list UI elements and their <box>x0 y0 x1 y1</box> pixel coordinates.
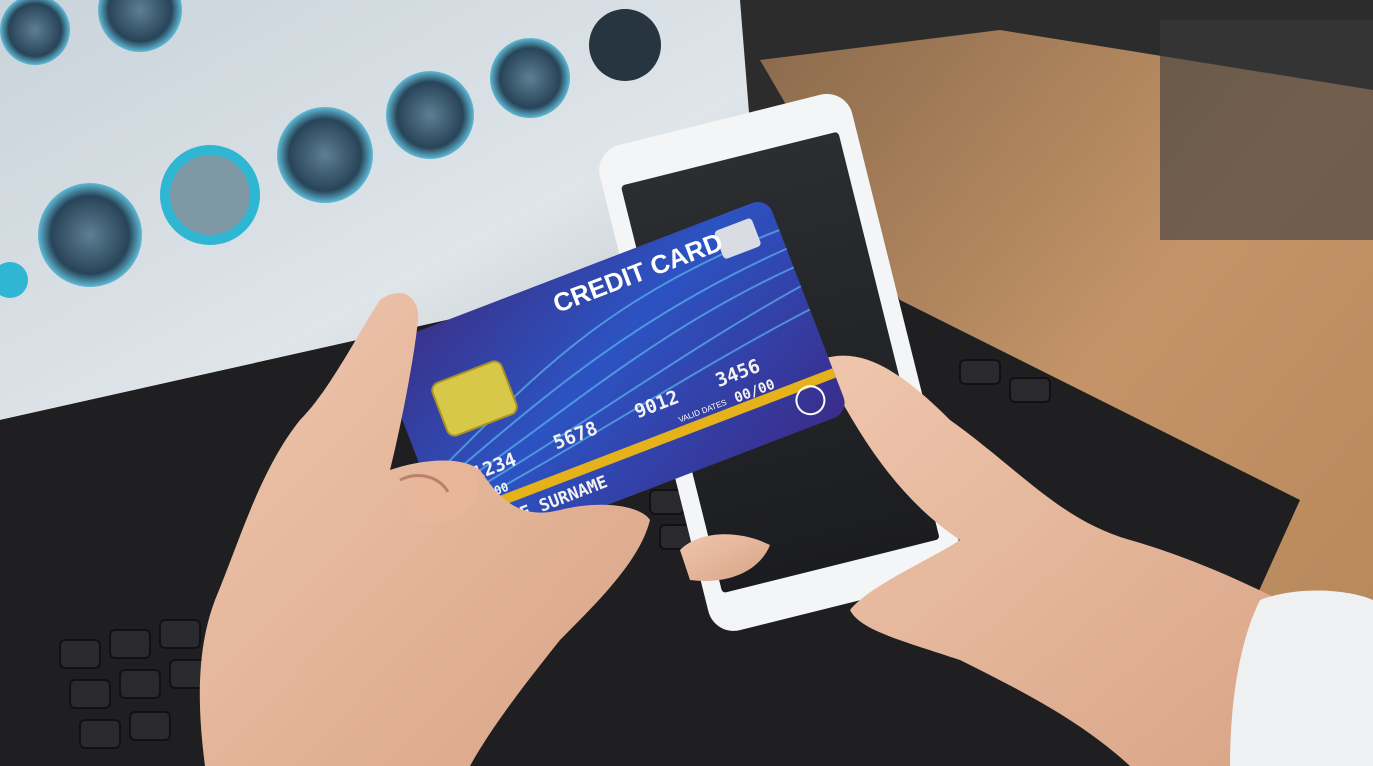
photo-scene: CREDIT CARD 1234 5678 9012 3456 VALID DA… <box>0 0 1373 766</box>
